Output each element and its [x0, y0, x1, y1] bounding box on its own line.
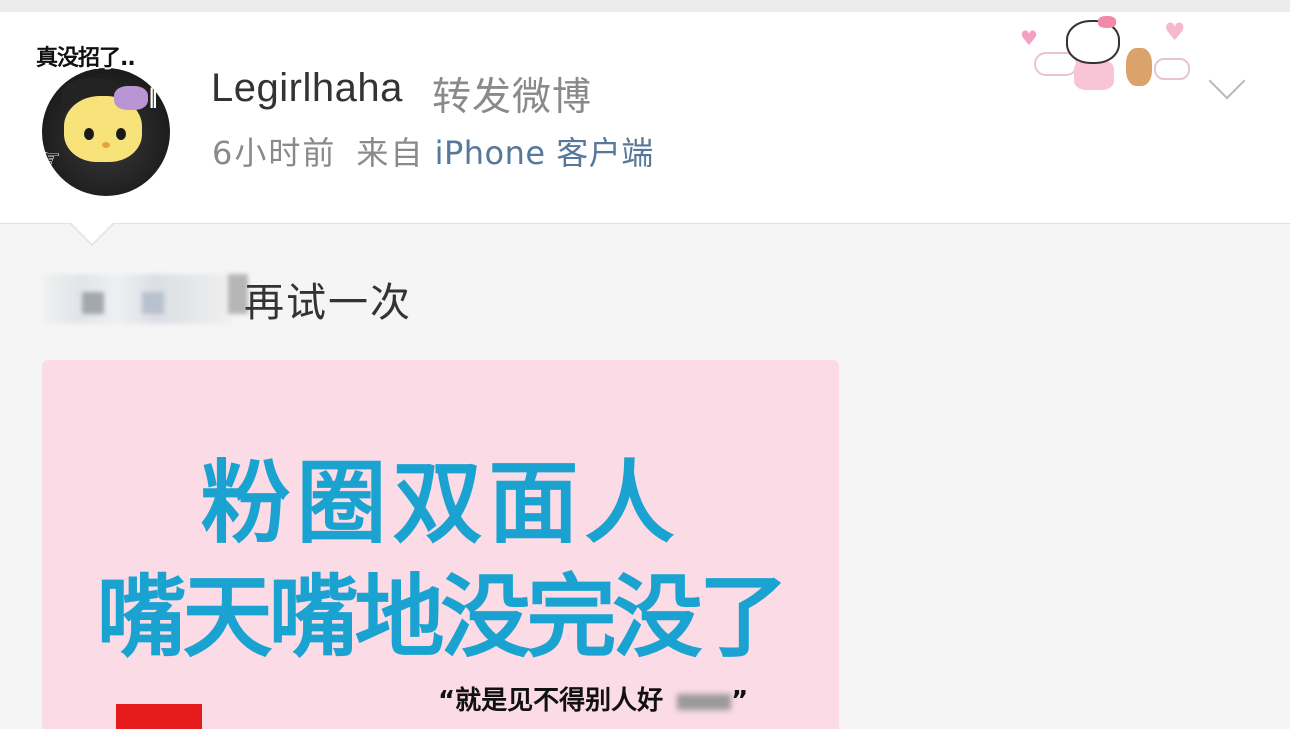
avatar-eye-right [116, 128, 126, 140]
sweat-mark-icon: ‖ [148, 84, 158, 108]
avatar-caption: 真没招了.. [36, 46, 136, 71]
username[interactable]: Legirlhaha [211, 66, 403, 111]
from-label: 来自 [356, 134, 425, 172]
blurred-word [677, 693, 732, 710]
blur-pixel [142, 292, 164, 314]
cloud-icon [1154, 58, 1190, 80]
speech-pointer [70, 222, 114, 244]
sticker-kitty-bow [1098, 16, 1116, 28]
hello-kitty-sticker-icon: ♥ ♥ [1014, 14, 1202, 96]
repost-text: 再试一次 [244, 280, 412, 326]
pointing-hand-icon: ☞ [38, 144, 62, 174]
quote-text: “就是见不得别人好 [438, 686, 664, 716]
post-image[interactable]: 粉圈双面人 嘴天嘴地没完没了 “就是见不得别人好 ” [42, 360, 839, 729]
client-link[interactable]: iPhone 客户端 [435, 134, 654, 172]
post-time: 6小时前 [212, 134, 337, 172]
heart-icon: ♥ [1164, 18, 1186, 46]
sticker-kitty-body [1074, 60, 1114, 90]
heart-icon: ♥ [1020, 26, 1038, 50]
red-graphic [116, 704, 202, 729]
post-meta: 6小时前 来自 iPhone 客户端 [212, 128, 654, 174]
avatar[interactable]: 真没招了.. ☞ ‖ [36, 40, 176, 196]
top-divider [0, 0, 1290, 12]
quote-end: ” [731, 686, 749, 716]
post-action: 转发微博 [432, 75, 593, 120]
blur-pixel [82, 292, 104, 314]
avatar-eye-left [84, 128, 94, 140]
bear-icon [1126, 48, 1152, 86]
avatar-nose [102, 142, 110, 148]
image-headline-line1: 粉圈双面人 [200, 451, 681, 556]
avatar-bow [114, 86, 148, 110]
blurred-username [42, 274, 248, 324]
repost-content: 再试一次 [42, 266, 442, 326]
image-quote: “就是见不得别人好 ” [438, 680, 748, 717]
image-headline-line2: 嘴天嘴地没完没了 [96, 565, 789, 670]
